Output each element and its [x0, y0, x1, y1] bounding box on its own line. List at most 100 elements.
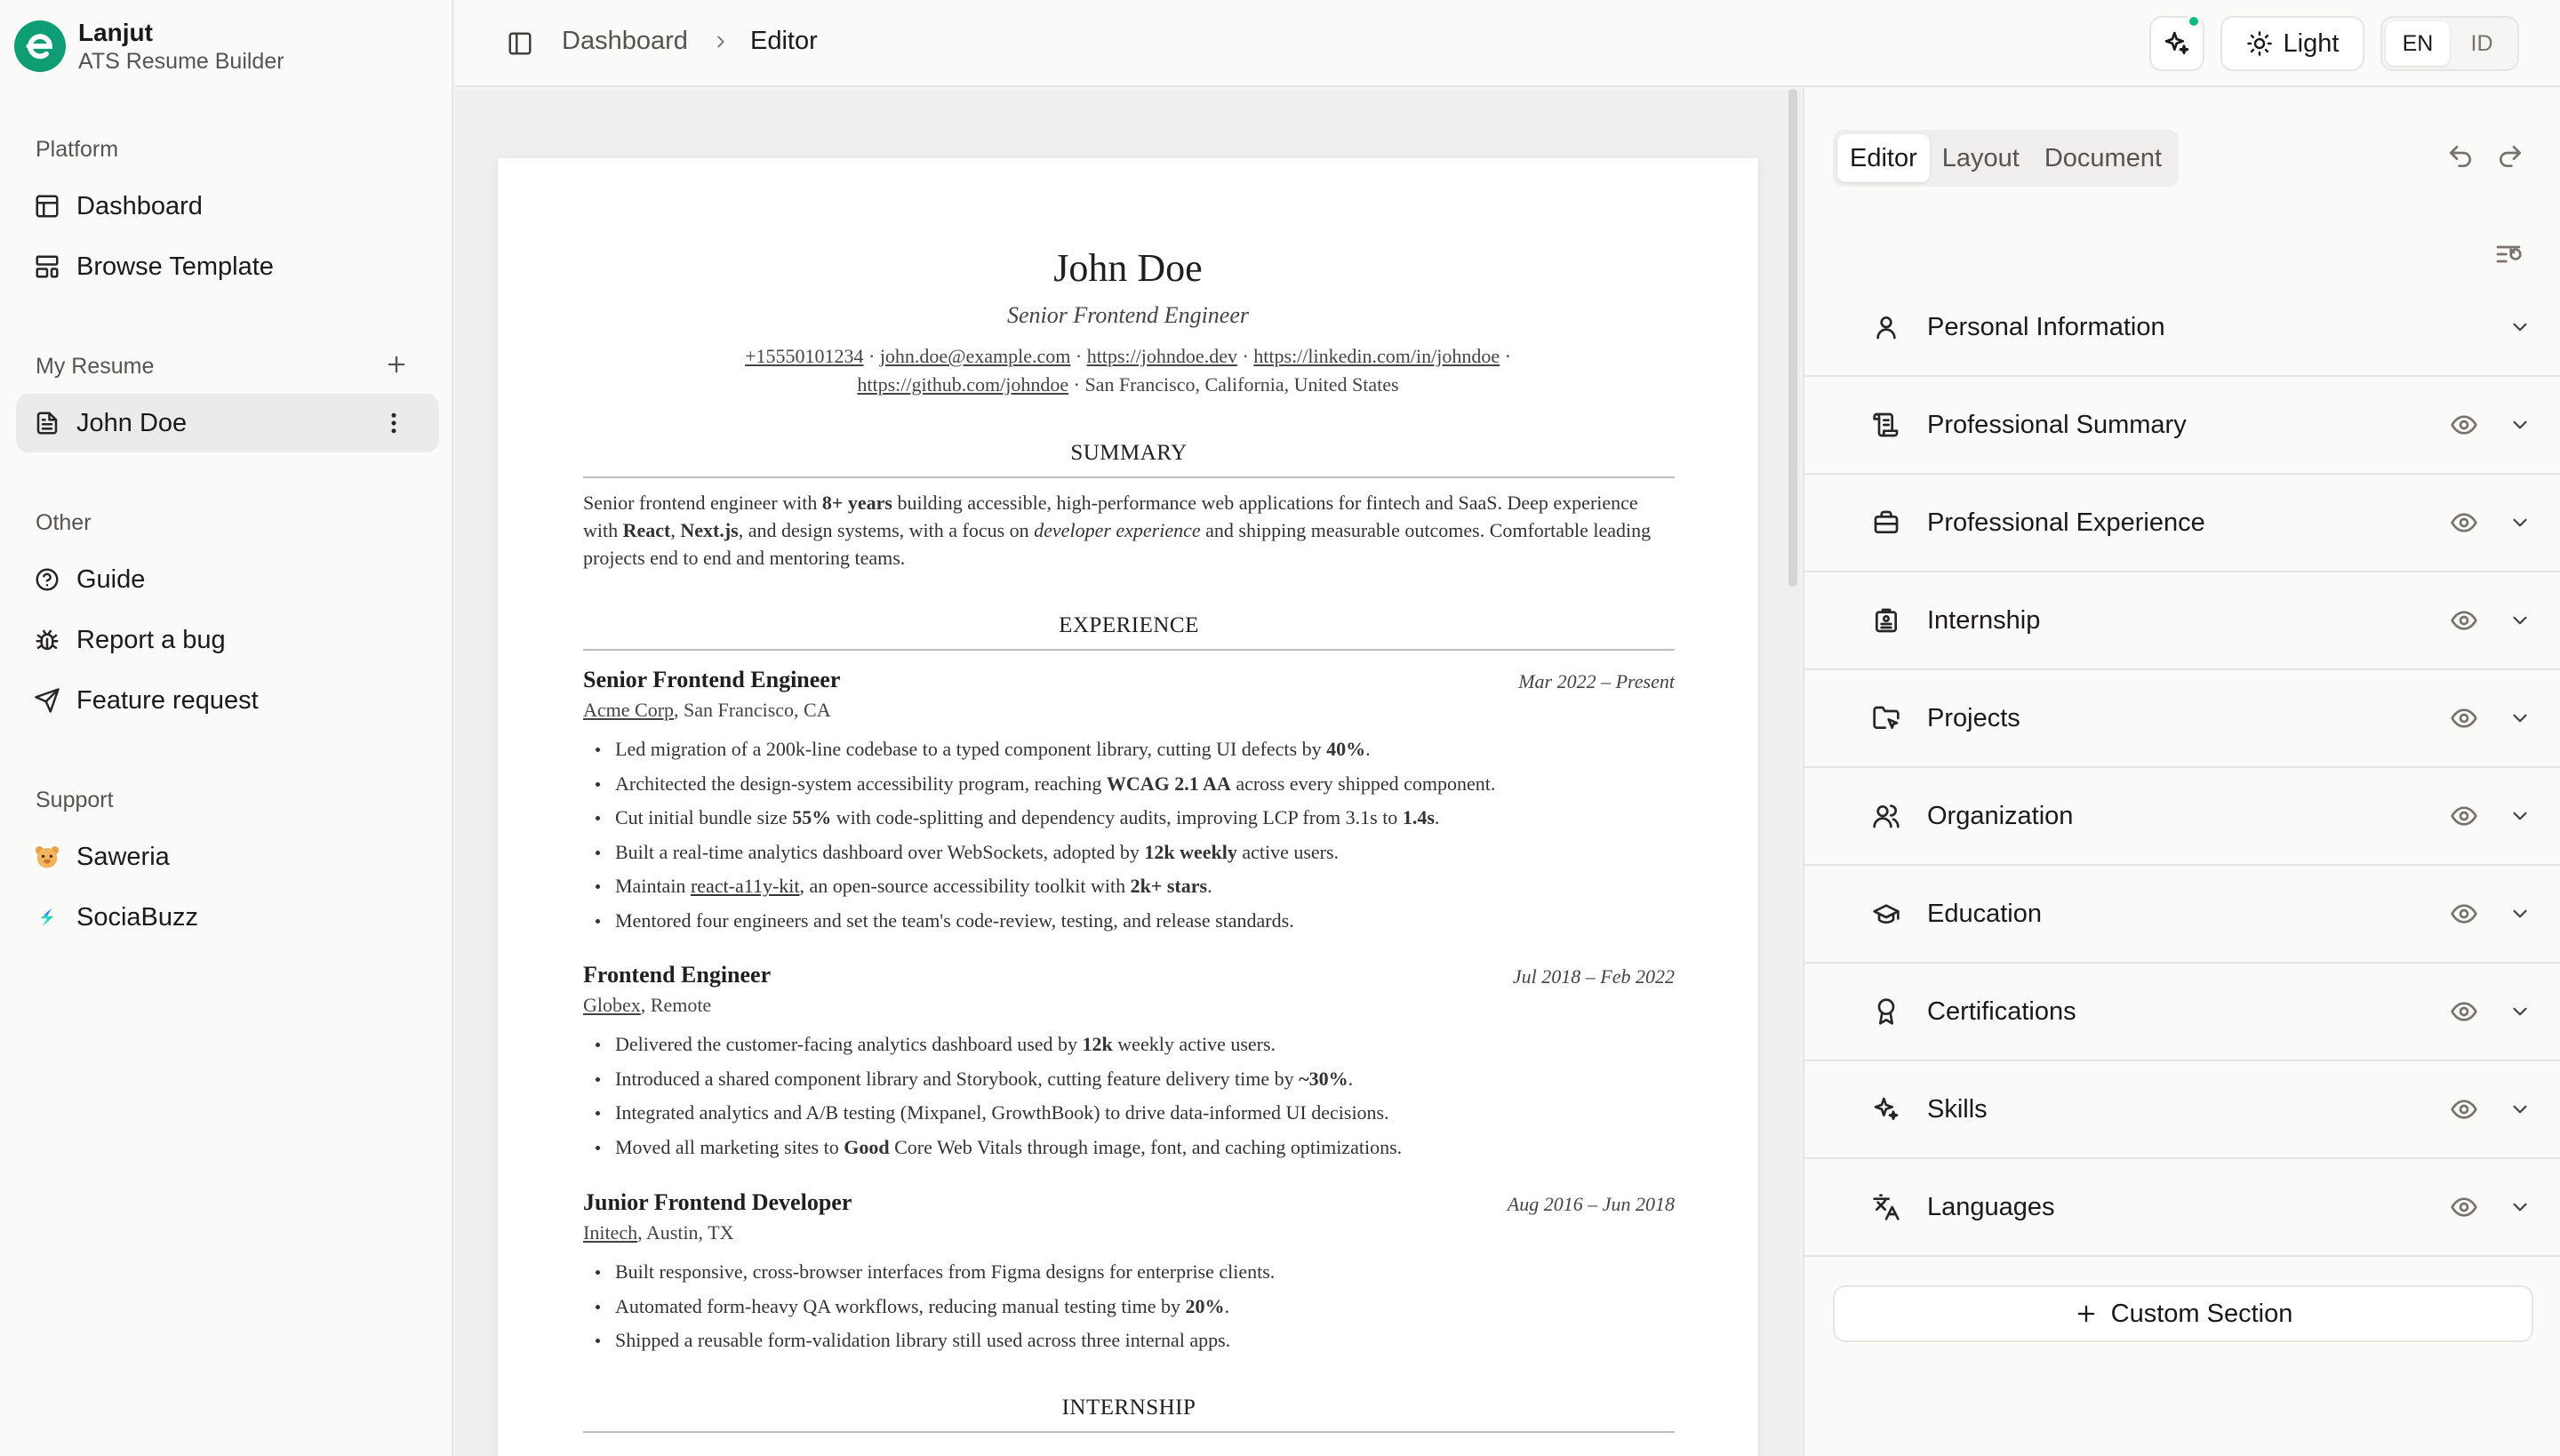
eye-icon[interactable] [2450, 1095, 2478, 1124]
sidebar-item-guide[interactable]: Guide [16, 550, 439, 609]
chevron-down-icon[interactable] [2508, 1098, 2532, 1121]
resume-preview-canvas[interactable]: John Doe Senior Frontend Engineer +15550… [455, 89, 1801, 1456]
experience-entry: Junior Frontend Developer Aug 2016 – Jun… [583, 1189, 1675, 1358]
breadcrumb-dashboard[interactable]: Dashboard [562, 27, 688, 56]
redo-icon[interactable] [2496, 142, 2524, 171]
brand-logo [14, 20, 66, 72]
sparkles-icon [2164, 31, 2189, 54]
section-label: Skills [1927, 1094, 1988, 1124]
layout-template-icon [36, 255, 59, 278]
chevron-down-icon[interactable] [2508, 707, 2532, 730]
chevron-down-icon[interactable] [2508, 1000, 2532, 1023]
resume-title: Senior Frontend Engineer [1007, 302, 1249, 328]
eye-icon[interactable] [2450, 1193, 2478, 1221]
contact-linkedin[interactable]: https://linkedin.com/in/johndoe [1253, 345, 1500, 367]
list-collapse-icon[interactable] [2494, 240, 2523, 268]
sidebar-item-label: Feature request [76, 685, 259, 715]
sidebar-toggle-icon[interactable] [507, 30, 533, 57]
tab-layout[interactable]: Layout [1930, 134, 2032, 182]
eye-icon[interactable] [2450, 606, 2478, 635]
bug-icon [36, 629, 59, 651]
sociabuzz-logo [40, 908, 54, 926]
sidebar-item-browse-template[interactable]: Browse Template [16, 237, 439, 296]
users-icon [1873, 804, 1900, 828]
chevron-down-icon[interactable] [2508, 316, 2532, 339]
job-company: Initech, Austin, TX [583, 1221, 734, 1244]
language-toggle: EN ID [2380, 16, 2519, 71]
chevron-down-icon[interactable] [2508, 1196, 2532, 1219]
language-option-en[interactable]: EN [2386, 21, 2450, 66]
section-row-projects[interactable]: Projects [1804, 670, 2560, 768]
section-label: Professional Summary [1927, 410, 2187, 439]
layout-dashboard-icon [36, 195, 59, 218]
section-row-education[interactable]: Education [1804, 866, 2560, 964]
language-option-id[interactable]: ID [2450, 21, 2514, 66]
job-company: Globex, Remote [583, 994, 712, 1016]
job-date: Mar 2022 – Present [1518, 670, 1675, 692]
eye-icon[interactable] [2450, 411, 2478, 439]
section-row-personal-information[interactable]: Personal Information [1804, 279, 2560, 377]
chevron-down-icon[interactable] [2508, 511, 2532, 534]
tab-editor[interactable]: Editor [1837, 134, 1930, 182]
eye-icon[interactable] [2450, 802, 2478, 830]
sidebar-item-report-bug[interactable]: Report a bug [16, 611, 439, 669]
list-item: Mentored four engineers and set the team… [583, 904, 1675, 939]
sidebar: Lanjut ATS Resume Builder Platform Dashb… [0, 0, 453, 1456]
section-label: Certifications [1927, 996, 2076, 1026]
group-label-my-resume: My Resume [36, 354, 155, 379]
eye-icon[interactable] [2450, 997, 2478, 1026]
saweria-logo [35, 846, 60, 868]
sidebar-item-dashboard[interactable]: Dashboard [16, 177, 439, 236]
add-custom-section-button[interactable]: Custom Section [1833, 1285, 2533, 1342]
section-heading-internship: INTERNSHIP [583, 1396, 1675, 1433]
chevron-down-icon[interactable] [2508, 609, 2532, 632]
list-item: Built responsive, cross-browser interfac… [583, 1255, 1675, 1290]
eye-icon[interactable] [2450, 508, 2478, 537]
editor-tabs: Editor Layout Document [1833, 130, 2180, 187]
editor-panel: Editor Layout Document Personal Informat… [1803, 89, 2560, 1456]
more-vertical-icon[interactable] [380, 410, 407, 436]
section-row-skills[interactable]: Skills [1804, 1061, 2560, 1159]
add-resume-plus-icon[interactable] [384, 352, 409, 377]
theme-toggle-button[interactable]: Light [2220, 16, 2364, 71]
sidebar-item-saweria[interactable]: Saweria [16, 828, 439, 886]
job-company: Acme Corp, San Francisco, CA [583, 699, 831, 721]
undo-icon[interactable] [2446, 142, 2475, 171]
canvas-scrollbar[interactable] [1788, 89, 1797, 587]
sidebar-item-sociabuzz[interactable]: SociaBuzz [16, 888, 439, 947]
brand[interactable]: Lanjut ATS Resume Builder [14, 18, 284, 75]
contact-email[interactable]: john.doe@example.com [880, 345, 1071, 367]
section-row-certifications[interactable]: Certifications [1804, 964, 2560, 1061]
brand-name: Lanjut [78, 19, 153, 46]
contact-website[interactable]: https://johndoe.dev [1087, 345, 1237, 367]
chevron-down-icon[interactable] [2508, 902, 2532, 925]
sun-icon [2246, 31, 2272, 56]
job-date: Jul 2018 – Feb 2022 [1512, 965, 1675, 988]
resume-contact-line-1: +15550101234 · john.doe@example.com · ht… [745, 345, 1511, 367]
eye-icon[interactable] [2450, 900, 2478, 928]
chevron-down-icon[interactable] [2508, 413, 2532, 436]
sidebar-item-label: Browse Template [76, 252, 274, 281]
file-text-icon [36, 412, 58, 435]
job-title: Frontend Engineer [583, 962, 772, 988]
ai-assistant-button[interactable] [2149, 14, 2204, 71]
contact-phone[interactable]: +15550101234 [745, 345, 863, 367]
sidebar-item-feature-request[interactable]: Feature request [16, 671, 439, 730]
theme-label: Light [2283, 28, 2340, 58]
section-row-languages[interactable]: Languages [1804, 1159, 2560, 1257]
list-item: Led migration of a 200k-line codebase to… [583, 732, 1675, 767]
plus-icon [2077, 1305, 2094, 1323]
sidebar-item-label: Dashboard [76, 191, 203, 220]
eye-icon[interactable] [2450, 704, 2478, 732]
section-row-organization[interactable]: Organization [1804, 768, 2560, 866]
section-row-professional-experience[interactable]: Professional Experience [1804, 475, 2560, 572]
section-row-professional-summary[interactable]: Professional Summary [1804, 377, 2560, 475]
section-row-internship[interactable]: Internship [1804, 572, 2560, 670]
tab-document[interactable]: Document [2032, 134, 2174, 182]
custom-section-label: Custom Section [2110, 1299, 2293, 1328]
contact-github[interactable]: https://github.com/johndoe [857, 373, 1068, 396]
group-label-support: Support [36, 788, 114, 812]
chevron-down-icon[interactable] [2508, 804, 2532, 828]
sidebar-item-resume-john-doe[interactable]: John Doe [16, 394, 439, 452]
experience-entry: Senior Frontend Engineer Mar 2022 – Pres… [583, 667, 1675, 938]
